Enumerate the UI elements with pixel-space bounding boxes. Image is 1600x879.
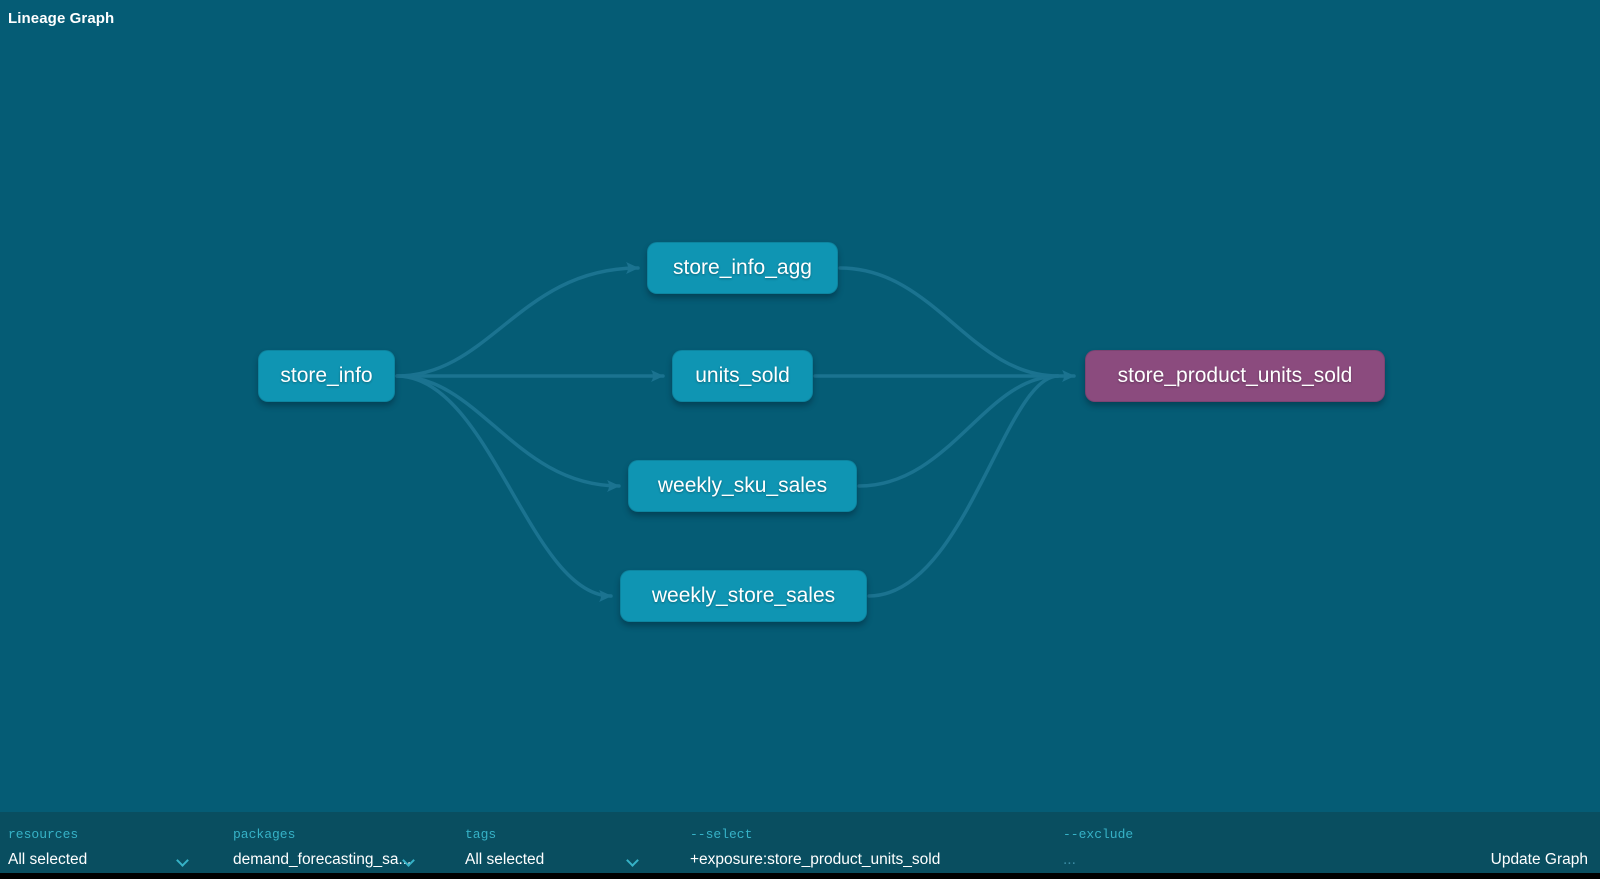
select-label: --select <box>690 827 752 842</box>
resources-value[interactable]: All selected <box>8 851 87 869</box>
edge-store_info-to-store_info_agg <box>397 268 638 376</box>
edge-store_info-to-weekly_sku_sales <box>397 376 619 486</box>
node-units_sold[interactable]: units_sold <box>672 350 813 402</box>
exclude-filter-field[interactable]: --exclude ... <box>1063 812 1283 873</box>
update-graph-button[interactable]: Update Graph <box>1491 851 1588 869</box>
exclude-input-value[interactable]: ... <box>1063 851 1076 869</box>
tags-value[interactable]: All selected <box>465 851 544 869</box>
packages-dropdown[interactable]: packages demand_forecasting_sa... <box>233 812 453 873</box>
exclude-label: --exclude <box>1063 827 1133 842</box>
select-input-value[interactable]: +exposure:store_product_units_sold <box>690 851 940 869</box>
node-store_info[interactable]: store_info <box>258 350 395 402</box>
tags-dropdown[interactable]: tags All selected <box>465 812 685 873</box>
lineage-edges-layer <box>0 0 1600 879</box>
edge-store_info-to-weekly_store_sales <box>397 376 611 596</box>
edge-store_info_agg-to-store_product_units_sold <box>840 268 1058 376</box>
edge-weekly_sku_sales-to-store_product_units_sold <box>859 376 1058 486</box>
packages-label: packages <box>233 827 295 842</box>
bottom-edge-strip <box>0 873 1600 879</box>
resources-label: resources <box>8 827 78 842</box>
lineage-graph-canvas[interactable]: Lineage Graph store_info store_info_agg … <box>0 0 1600 879</box>
edge-weekly_store_sales-to-store_product_units_sold <box>869 376 1058 596</box>
select-filter-field[interactable]: --select +exposure:store_product_units_s… <box>690 812 1050 873</box>
node-weekly_store_sales[interactable]: weekly_store_sales <box>620 570 867 622</box>
chevron-down-icon[interactable] <box>176 854 189 867</box>
node-store_info_agg[interactable]: store_info_agg <box>647 242 838 294</box>
node-store_product_units_sold[interactable]: store_product_units_sold <box>1085 350 1385 402</box>
node-weekly_sku_sales[interactable]: weekly_sku_sales <box>628 460 857 512</box>
packages-value[interactable]: demand_forecasting_sa... <box>233 851 411 869</box>
tags-label: tags <box>465 827 496 842</box>
chevron-down-icon[interactable] <box>626 854 639 867</box>
filter-toolbar: resources All selected packages demand_f… <box>0 812 1600 873</box>
resources-dropdown[interactable]: resources All selected <box>8 812 228 873</box>
